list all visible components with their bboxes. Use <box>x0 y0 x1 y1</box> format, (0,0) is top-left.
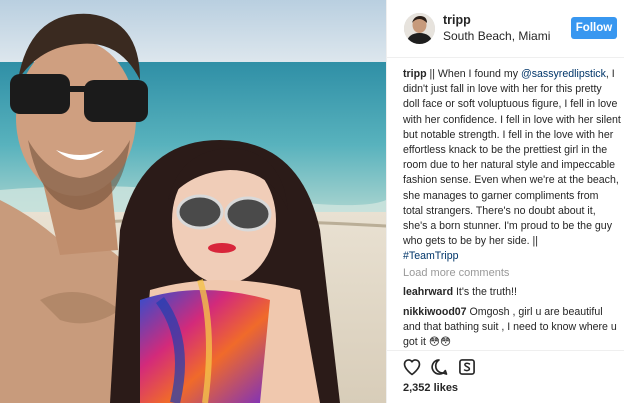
caption-mention-link[interactable]: @sassyredlipstick <box>521 68 606 80</box>
load-more-comments-link[interactable]: Load more comments <box>403 267 509 279</box>
post-photo[interactable] <box>0 0 386 403</box>
comment-text: It's the truth!! <box>453 286 517 298</box>
header-username[interactable]: tripp <box>443 13 471 27</box>
post-sidebar: tripp South Beach, Miami Follow tripp ||… <box>386 0 624 403</box>
post-actions-bar <box>387 350 624 380</box>
comment-item: nikkiwood07 Omgosh , girl u are beautifu… <box>403 305 621 351</box>
likes-count[interactable]: 2,352 likes <box>403 382 458 394</box>
caption-hashtag-link[interactable]: #TeamTripp <box>403 250 459 262</box>
selfie-photo <box>0 0 386 403</box>
header-location[interactable]: South Beach, Miami <box>443 29 550 43</box>
comment-icon[interactable] <box>429 357 449 377</box>
avatar[interactable] <box>404 13 435 44</box>
avatar-image-icon <box>404 13 435 44</box>
comment-username[interactable]: nikkiwood07 <box>403 306 467 318</box>
caption-text-part-1: || When I found my <box>426 68 521 80</box>
caption-username[interactable]: tripp <box>403 68 427 80</box>
heart-icon[interactable] <box>402 357 422 377</box>
comment-item: leahrward It's the truth!! <box>403 285 621 300</box>
follow-button[interactable]: Follow <box>571 17 617 39</box>
save-icon[interactable] <box>457 357 477 377</box>
comment-username[interactable]: leahrward <box>403 286 453 298</box>
caption-text-part-2: , I didn't just fall in love with her fo… <box>403 68 621 248</box>
post-header: tripp South Beach, Miami Follow <box>387 0 624 58</box>
instagram-post: tripp South Beach, Miami Follow tripp ||… <box>0 0 624 403</box>
post-caption: tripp || When I found my @sassyredlipsti… <box>403 67 621 265</box>
